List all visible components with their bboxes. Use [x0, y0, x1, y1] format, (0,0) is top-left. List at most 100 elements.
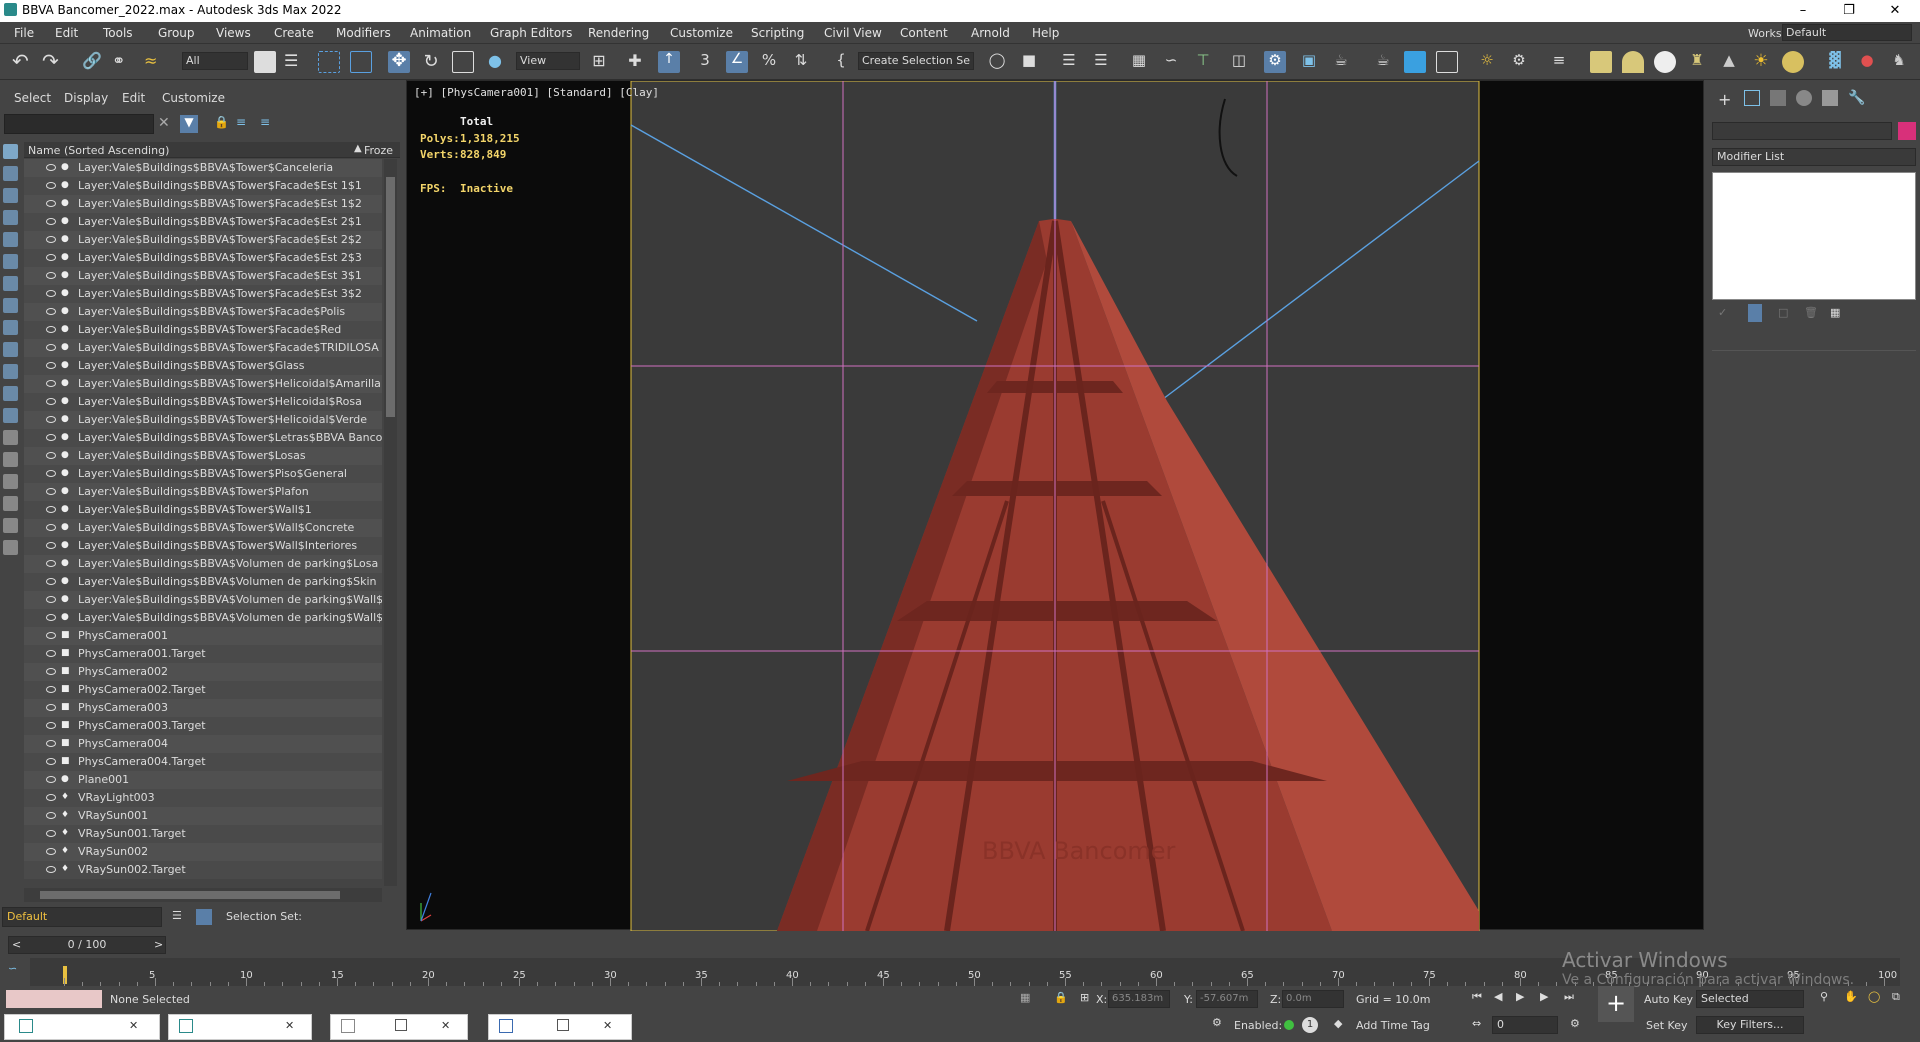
scatter-icon[interactable]: ▓ — [1824, 51, 1846, 73]
visibility-eye-icon[interactable] — [46, 776, 56, 783]
scene-explorer-row[interactable]: ● Layer:Vale$Buildings$BBVA$Volumen de pa… — [24, 609, 382, 627]
menu-civil-view[interactable]: Civil View — [824, 26, 882, 40]
visibility-eye-icon[interactable] — [46, 164, 56, 171]
scene-explorer-row[interactable]: ● Layer:Vale$Buildings$BBVA$Tower$Helicoi… — [24, 375, 382, 393]
create-cone-icon[interactable]: ▲ — [1718, 51, 1740, 73]
scene-explorer-row[interactable]: ● Layer:Vale$Buildings$BBVA$Tower$Wall$Co… — [24, 519, 382, 537]
create-dome-icon[interactable] — [1622, 51, 1644, 73]
scene-explorer-row[interactable]: ● Layer:Vale$Buildings$BBVA$Tower$Letras$… — [24, 429, 382, 447]
arnold-menu-icon[interactable]: ≡ — [1548, 51, 1570, 73]
display-containers-icon[interactable] — [3, 364, 18, 379]
rect-selection-icon[interactable] — [318, 51, 340, 73]
link-icon[interactable]: 🔗 — [82, 51, 104, 73]
display-none-icon[interactable] — [3, 144, 18, 159]
bind-space-warp-icon[interactable]: ≈ — [144, 51, 166, 73]
align-icon[interactable]: ■ — [1018, 51, 1040, 73]
set-key-button[interactable]: Set Key — [1646, 1019, 1688, 1032]
visibility-eye-icon[interactable] — [46, 380, 56, 387]
visibility-eye-icon[interactable] — [46, 596, 56, 603]
viewport-label[interactable]: [+] [PhysCamera001] [Standard] [Clay] — [414, 86, 659, 99]
motion-tab-icon[interactable] — [1796, 90, 1812, 106]
visibility-eye-icon[interactable] — [46, 452, 56, 459]
reference-coordinate-dropdown[interactable]: View — [516, 52, 580, 70]
display-bones-icon[interactable] — [3, 342, 18, 357]
visibility-eye-icon[interactable] — [46, 650, 56, 657]
go-to-end-icon[interactable]: ⏭ — [1564, 990, 1574, 1004]
visibility-eye-icon[interactable] — [46, 488, 56, 495]
modifier-stack[interactable] — [1712, 172, 1916, 300]
render-frame-icon[interactable] — [1436, 51, 1458, 73]
hierarchy-icon[interactable]: ≡ — [236, 115, 254, 133]
scene-explorer-row[interactable]: ■ PhysCamera003 — [24, 699, 382, 717]
key-mode-toggle-icon[interactable]: ⇔ — [1472, 1017, 1481, 1030]
visibility-eye-icon[interactable] — [46, 722, 56, 729]
modifier-list-dropdown[interactable]: Modifier List — [1712, 148, 1916, 166]
window-close-icon[interactable]: ✕ — [285, 1019, 294, 1032]
toggle-layer-explorer-icon[interactable]: ☰ — [1090, 51, 1112, 73]
se-menu-edit[interactable]: Edit — [122, 91, 145, 105]
time-tag-icon[interactable]: ◆ — [1334, 1017, 1342, 1030]
arnold-render-icon[interactable] — [1404, 51, 1426, 73]
visibility-eye-icon[interactable] — [46, 758, 56, 765]
se-menu-display[interactable]: Display — [64, 91, 108, 105]
current-frame-field[interactable]: 0 — [1492, 1016, 1558, 1034]
info-icon[interactable]: 1 — [1302, 1017, 1318, 1033]
scene-explorer-row[interactable]: ● Layer:Vale$Buildings$BBVA$Tower$Helicoi… — [24, 411, 382, 429]
keyboard-shortcut-icon[interactable]: ↑ — [658, 51, 680, 73]
scene-explorer-row[interactable]: ■ PhysCamera001.Target — [24, 645, 382, 663]
modify-tab-icon[interactable] — [1744, 90, 1760, 106]
select-object-icon[interactable] — [254, 51, 276, 73]
visibility-eye-icon[interactable] — [46, 272, 56, 279]
render-setup-icon[interactable]: ⚙ — [1264, 51, 1286, 73]
render-production-icon[interactable]: ☕ — [1330, 51, 1352, 73]
scene-explorer-row[interactable]: ■ PhysCamera003.Target — [24, 717, 382, 735]
menu-tools[interactable]: Tools — [103, 26, 133, 40]
auto-key-button[interactable]: Auto Key — [1644, 993, 1693, 1006]
scene-explorer-vscrollbar[interactable] — [384, 159, 397, 886]
undo-icon[interactable]: ↶ — [12, 51, 34, 73]
visibility-eye-icon[interactable] — [46, 236, 56, 243]
display-hidden-icon[interactable] — [3, 408, 18, 423]
minimized-window-1[interactable]: ✕ — [4, 1014, 160, 1040]
y-coordinate-field[interactable]: -57.607m — [1196, 990, 1258, 1008]
visibility-eye-icon[interactable] — [46, 866, 56, 873]
visibility-eye-icon[interactable] — [46, 848, 56, 855]
visibility-eye-icon[interactable] — [46, 218, 56, 225]
scene-explorer-row[interactable]: ● Layer:Vale$Buildings$BBVA$Tower$Facade$… — [24, 321, 382, 339]
scene-explorer-row[interactable]: ♦ VRaySun001.Target — [24, 825, 382, 843]
scene-explorer-row[interactable]: ♦ VRayLight003 — [24, 789, 382, 807]
visibility-eye-icon[interactable] — [46, 434, 56, 441]
spinner-snap-icon[interactable]: ⇅ — [790, 51, 812, 73]
time-configuration-icon[interactable]: ⚙ — [1570, 1017, 1580, 1030]
create-spotlight-icon[interactable]: ♜ — [1686, 51, 1708, 73]
scene-converter-icon[interactable]: ⚙ — [1508, 51, 1530, 73]
move-icon[interactable]: ✥ — [388, 51, 410, 73]
minimized-window-3[interactable]: ✕ — [330, 1014, 468, 1040]
scene-explorer-row[interactable]: ■ PhysCamera004 — [24, 735, 382, 753]
pin-stack-icon[interactable]: ✓ — [1718, 306, 1727, 319]
visibility-eye-icon[interactable] — [46, 344, 56, 351]
menu-content[interactable]: Content — [900, 26, 948, 40]
scene-explorer-row[interactable]: ● Layer:Vale$Buildings$BBVA$Tower$Facade$… — [24, 177, 382, 195]
scene-explorer-row[interactable]: ♦ VRaySun002.Target — [24, 861, 382, 879]
window-close-icon[interactable]: ✕ — [129, 1019, 138, 1032]
prev-frame-icon[interactable]: < — [12, 938, 21, 951]
visibility-eye-icon[interactable] — [46, 560, 56, 567]
visibility-eye-icon[interactable] — [46, 740, 56, 747]
layers-icon[interactable]: ≡ — [260, 115, 278, 133]
scene-explorer-row[interactable]: ● Layer:Vale$Buildings$BBVA$Tower$Facade$… — [24, 285, 382, 303]
menu-scripting[interactable]: Scripting — [751, 26, 804, 40]
pan-icon[interactable]: ✋ — [1844, 990, 1858, 1003]
clear-search-icon[interactable]: ✕ — [158, 115, 176, 133]
key-filters-button[interactable]: Key Filters... — [1696, 1016, 1804, 1034]
configure-modifier-sets-icon[interactable]: ▦ — [1830, 306, 1840, 319]
next-key-icon[interactable]: ▶ — [1540, 990, 1548, 1003]
menu-rendering[interactable]: Rendering — [588, 26, 649, 40]
scene-explorer-row[interactable]: ■ PhysCamera001 — [24, 627, 382, 645]
visibility-eye-icon[interactable] — [46, 704, 56, 711]
hierarchy-tab-icon[interactable] — [1770, 90, 1786, 106]
display-spacewarps-icon[interactable] — [3, 276, 18, 291]
visibility-eye-icon[interactable] — [46, 470, 56, 477]
orbit-icon[interactable]: ◯ — [1868, 990, 1880, 1003]
visibility-eye-icon[interactable] — [46, 578, 56, 585]
